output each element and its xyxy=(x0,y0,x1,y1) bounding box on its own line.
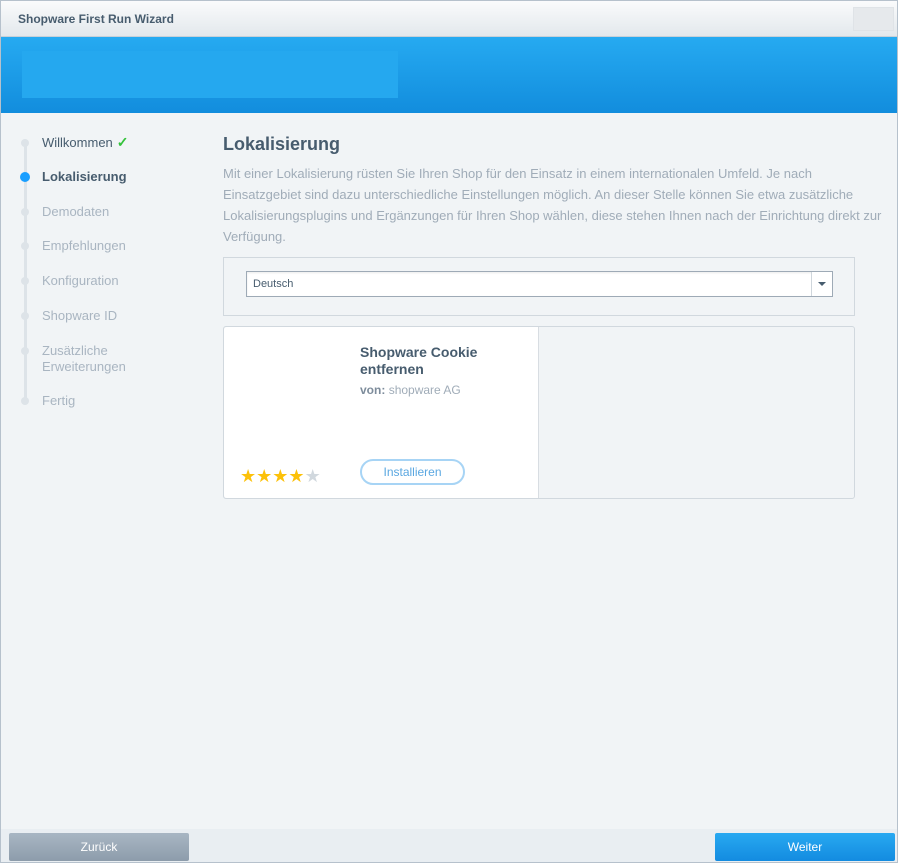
step-label: Shopware ID xyxy=(42,308,118,323)
next-button[interactable]: Weiter xyxy=(715,833,895,861)
step-label: Demodaten xyxy=(42,204,110,219)
back-button[interactable]: Zurück xyxy=(9,833,189,861)
language-select-panel: Deutsch xyxy=(223,257,855,316)
language-select[interactable]: Deutsch xyxy=(246,271,833,297)
plugin-vendor-label: von: xyxy=(360,383,386,397)
step-dot xyxy=(21,242,29,250)
plugin-name: Shopware Cookie entfernen xyxy=(360,344,478,377)
wizard-steps-sidebar: Willkommen ✓ Lokalisierung Demodaten Empf… xyxy=(1,113,211,813)
step-dot xyxy=(21,277,29,285)
plugin-list-panel: Shopware Cookie entfernen von: shopware … xyxy=(223,326,855,499)
step-label: Zusätzliche Erweiterungen xyxy=(42,343,126,374)
step-dot xyxy=(21,312,29,320)
step-dot-active xyxy=(20,172,30,182)
step-label: Konfiguration xyxy=(42,273,119,288)
plugin-card[interactable]: Shopware Cookie entfernen von: shopware … xyxy=(224,327,539,498)
chevron-down-icon[interactable] xyxy=(811,272,832,296)
header-banner xyxy=(1,37,897,113)
title-bar[interactable]: Shopware First Run Wizard xyxy=(1,1,897,37)
wizard-window: Shopware First Run Wizard Willkommen ✓ Lo… xyxy=(0,0,898,863)
star-icon: ★ xyxy=(272,466,289,486)
star-icon: ★ xyxy=(288,466,305,486)
banner-logo-area xyxy=(22,51,398,98)
step-dot xyxy=(21,397,29,405)
star-empty-icon: ★ xyxy=(304,466,321,486)
window-close-button[interactable] xyxy=(853,7,894,31)
step-dot xyxy=(21,208,29,216)
plugin-rating: ★★★★★ xyxy=(240,467,321,485)
intro-text: Mit einer Lokalisierung rüsten Sie Ihren… xyxy=(223,166,882,244)
step-label: Empfehlungen xyxy=(42,238,126,253)
page-title: Lokalisierung xyxy=(223,134,341,154)
step-dot xyxy=(21,139,29,147)
language-select-value: Deutsch xyxy=(253,278,294,290)
star-icon: ★ xyxy=(240,466,257,486)
checkmark-icon: ✓ xyxy=(116,134,129,150)
step-dot xyxy=(21,347,29,355)
star-icon: ★ xyxy=(256,466,273,486)
plugin-vendor: von: shopware AG xyxy=(360,383,461,397)
window-title: Shopware First Run Wizard xyxy=(18,12,174,26)
step-label: Fertig xyxy=(42,393,76,408)
wizard-footer: Zurück Weiter xyxy=(1,829,897,862)
step-label: Willkommen xyxy=(42,135,113,150)
install-button[interactable]: Installieren xyxy=(360,459,465,485)
step-label: Lokalisierung xyxy=(42,169,127,184)
plugin-vendor-name: shopware AG xyxy=(388,383,461,397)
